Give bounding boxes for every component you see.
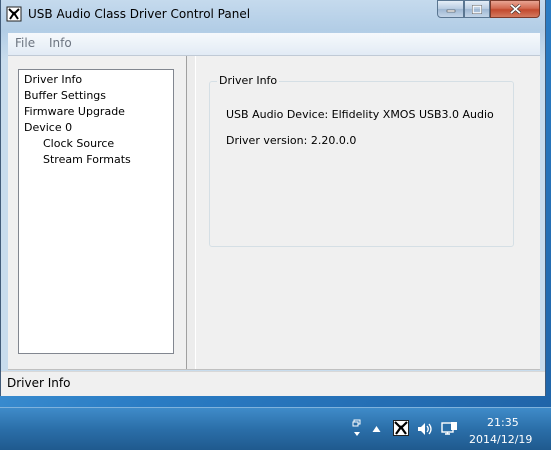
pane-splitter[interactable] <box>186 56 196 369</box>
maximize-icon <box>472 4 482 14</box>
navigation-tree[interactable]: Driver Info Buffer Settings Firmware Upg… <box>18 69 174 354</box>
window-title: USB Audio Class Driver Control Panel <box>28 7 251 21</box>
device-name-text: USB Audio Device: Elfidelity XMOS USB3.0… <box>226 108 494 121</box>
show-desktop-icon[interactable] <box>352 418 362 440</box>
title-bar[interactable]: USB Audio Class Driver Control Panel <box>1 0 545 30</box>
driver-app-icon <box>6 6 22 22</box>
clock-date[interactable]: 2014/12/19 <box>469 433 532 446</box>
menu-bar: File Info <box>8 33 540 56</box>
status-text: Driver Info <box>7 376 71 390</box>
taskbar: 21:35 2014/12/19 <box>0 407 551 450</box>
network-icon[interactable] <box>441 421 458 437</box>
tree-item-stream-formats[interactable]: Stream Formats <box>43 153 131 166</box>
driver-info-group: Driver Info USB Audio Device: Elfidelity… <box>209 74 514 247</box>
minimize-icon <box>446 9 455 13</box>
close-icon <box>509 4 521 14</box>
client-area: Driver Info Buffer Settings Firmware Upg… <box>8 56 540 370</box>
maximize-button[interactable] <box>464 0 490 18</box>
status-bar: Driver Info <box>1 371 545 396</box>
clock-time[interactable]: 21:35 <box>487 416 519 429</box>
group-title: Driver Info <box>217 74 280 87</box>
tree-item-driver-info[interactable]: Driver Info <box>24 73 82 86</box>
speaker-icon[interactable] <box>417 421 433 437</box>
minimize-button[interactable] <box>437 0 464 18</box>
app-window: USB Audio Class Driver Control Panel Fil… <box>0 0 546 396</box>
show-hidden-icons-icon[interactable] <box>372 425 381 433</box>
close-button[interactable] <box>490 0 540 18</box>
tree-item-device-0[interactable]: Device 0 <box>24 121 72 134</box>
menu-file[interactable]: File <box>15 36 35 50</box>
tree-item-buffer-settings[interactable]: Buffer Settings <box>24 89 106 102</box>
tree-item-firmware-upgrade[interactable]: Firmware Upgrade <box>24 105 125 118</box>
menu-info[interactable]: Info <box>49 36 72 50</box>
driver-version-text: Driver version: 2.20.0.0 <box>226 134 357 147</box>
driver-tray-icon[interactable] <box>393 420 409 436</box>
tree-item-clock-source[interactable]: Clock Source <box>43 137 114 150</box>
